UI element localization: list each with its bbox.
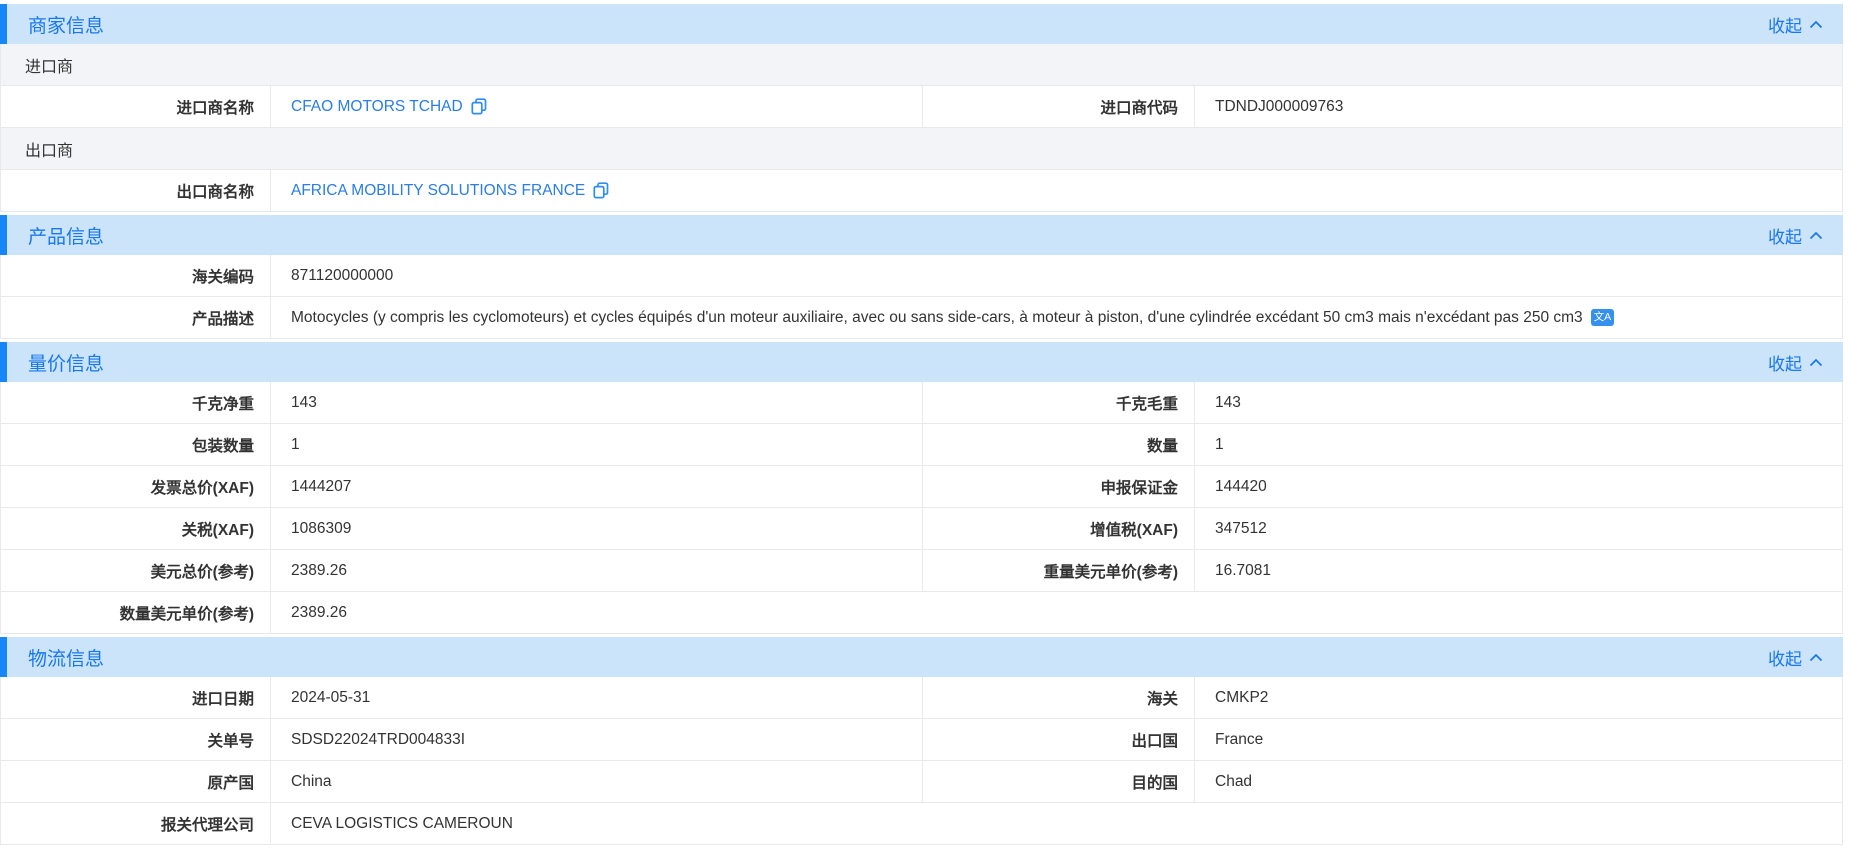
usd-total-value: 2389.26: [271, 550, 923, 591]
table-row: 数量美元单价(参考) 2389.26: [1, 592, 1842, 634]
table-row: 关税(XAF) 1086309 增值税(XAF) 347512: [1, 508, 1842, 550]
table-row: 出口商名称 AFRICA MOBILITY SOLUTIONS FRANCE: [1, 170, 1842, 212]
table-row: 海关编码 871120000000: [1, 255, 1842, 297]
hs-code-value: 871120000000: [271, 255, 1842, 296]
product-description-cell: Motocycles (y compris les cyclomoteurs) …: [271, 297, 1842, 338]
section-title: 产品信息: [28, 222, 104, 249]
package-qty-value: 1: [271, 424, 923, 465]
usd-unit-price-qty-value: 2389.26: [271, 592, 1842, 633]
import-date-label: 进口日期: [1, 677, 271, 718]
collapse-toggle[interactable]: 收起: [1768, 645, 1823, 670]
export-country-label: 出口国: [923, 719, 1195, 760]
section-title: 物流信息: [28, 644, 104, 671]
package-qty-label: 包装数量: [1, 424, 271, 465]
table-row: 进口商名称 CFAO MOTORS TCHAD 进口商代码 TDNDJ00000…: [1, 86, 1842, 128]
customs-office-value: CMKP2: [1195, 677, 1842, 718]
net-weight-value: 143: [271, 382, 923, 423]
net-weight-label: 千克净重: [1, 382, 271, 423]
collapse-label: 收起: [1768, 12, 1802, 37]
merchant-info-header: 商家信息 收起: [0, 4, 1843, 44]
import-date-value: 2024-05-31: [271, 677, 923, 718]
copy-icon[interactable]: [471, 98, 487, 115]
exporter-subheader: 出口商: [1, 128, 1842, 170]
table-row: 包装数量 1 数量 1: [1, 424, 1842, 466]
product-info-header: 产品信息 收起: [0, 215, 1843, 255]
logistics-info-header: 物流信息 收起: [0, 637, 1843, 677]
table-row: 原产国 China 目的国 Chad: [1, 761, 1842, 803]
vat-value: 347512: [1195, 508, 1842, 549]
table-row: 发票总价(XAF) 1444207 申报保证金 144420: [1, 466, 1842, 508]
collapse-label: 收起: [1768, 350, 1802, 375]
importer-code-value: TDNDJ000009763: [1195, 86, 1842, 127]
customs-duty-value: 1086309: [271, 508, 923, 549]
table-row: 千克净重 143 千克毛重 143: [1, 382, 1842, 424]
qty-price-info-header: 量价信息 收起: [0, 342, 1843, 382]
section-title: 商家信息: [28, 11, 104, 38]
chevron-up-icon: [1809, 358, 1823, 367]
collapse-toggle[interactable]: 收起: [1768, 12, 1823, 37]
exporter-name-cell: AFRICA MOBILITY SOLUTIONS FRANCE: [271, 170, 1842, 211]
importer-subheader-label: 进口商: [25, 53, 73, 77]
origin-country-label: 原产国: [1, 761, 271, 802]
chevron-up-icon: [1809, 653, 1823, 662]
logistics-info-section: 物流信息 收起 进口日期 2024-05-31 海关 CMKP2 关单号 SDS…: [0, 637, 1843, 845]
importer-name-link[interactable]: CFAO MOTORS TCHAD: [291, 98, 463, 116]
customs-office-label: 海关: [923, 677, 1195, 718]
destination-country-label: 目的国: [923, 761, 1195, 802]
exporter-name-label: 出口商名称: [1, 170, 271, 211]
exporter-subheader-label: 出口商: [25, 137, 73, 161]
table-row: 产品描述 Motocycles (y compris les cyclomote…: [1, 297, 1842, 339]
section-title: 量价信息: [28, 349, 104, 376]
vat-label: 增值税(XAF): [923, 508, 1195, 549]
quantity-value: 1: [1195, 424, 1842, 465]
usd-unit-price-qty-label: 数量美元单价(参考): [1, 592, 271, 633]
product-description-value: Motocycles (y compris les cyclomoteurs) …: [291, 309, 1583, 327]
customs-duty-label: 关税(XAF): [1, 508, 271, 549]
hs-code-label: 海关编码: [1, 255, 271, 296]
product-description-label: 产品描述: [1, 297, 271, 338]
customs-broker-label: 报关代理公司: [1, 803, 271, 844]
gross-weight-value: 143: [1195, 382, 1842, 423]
collapse-toggle[interactable]: 收起: [1768, 350, 1823, 375]
merchant-info-section: 商家信息 收起 进口商 进口商名称 CFAO MOTORS TCHAD 进口商代…: [0, 4, 1843, 212]
usd-total-label: 美元总价(参考): [1, 550, 271, 591]
product-info-body: 海关编码 871120000000 产品描述 Motocycles (y com…: [0, 255, 1843, 339]
collapse-label: 收起: [1768, 645, 1802, 670]
declaration-no-value: SDSD22024TRD004833I: [271, 719, 923, 760]
collapse-toggle[interactable]: 收起: [1768, 223, 1823, 248]
chevron-up-icon: [1809, 20, 1823, 29]
logistics-info-body: 进口日期 2024-05-31 海关 CMKP2 关单号 SDSD22024TR…: [0, 677, 1843, 845]
qty-price-info-section: 量价信息 收起 千克净重 143 千克毛重 143 包装数量 1 数量 1 发票…: [0, 342, 1843, 634]
invoice-total-value: 1444207: [271, 466, 923, 507]
usd-unit-price-weight-label: 重量美元单价(参考): [923, 550, 1195, 591]
table-row: 进口日期 2024-05-31 海关 CMKP2: [1, 677, 1842, 719]
table-row: 报关代理公司 CEVA LOGISTICS CAMEROUN: [1, 803, 1842, 845]
customs-broker-value: CEVA LOGISTICS CAMEROUN: [271, 803, 1842, 844]
trade-record-detail-page: 商家信息 收起 进口商 进口商名称 CFAO MOTORS TCHAD 进口商代…: [0, 0, 1850, 854]
exporter-name-link[interactable]: AFRICA MOBILITY SOLUTIONS FRANCE: [291, 182, 585, 200]
translate-icon[interactable]: 文A: [1591, 309, 1615, 327]
table-row: 美元总价(参考) 2389.26 重量美元单价(参考) 16.7081: [1, 550, 1842, 592]
qty-price-info-body: 千克净重 143 千克毛重 143 包装数量 1 数量 1 发票总价(XAF) …: [0, 382, 1843, 634]
export-country-value: France: [1195, 719, 1842, 760]
product-info-section: 产品信息 收起 海关编码 871120000000 产品描述 Motocycle…: [0, 215, 1843, 339]
table-row: 关单号 SDSD22024TRD004833I 出口国 France: [1, 719, 1842, 761]
chevron-up-icon: [1809, 231, 1823, 240]
gross-weight-label: 千克毛重: [923, 382, 1195, 423]
collapse-label: 收起: [1768, 223, 1802, 248]
importer-name-cell: CFAO MOTORS TCHAD: [271, 86, 923, 127]
declaration-no-label: 关单号: [1, 719, 271, 760]
origin-country-value: China: [271, 761, 923, 802]
importer-subheader: 进口商: [1, 44, 1842, 86]
declared-deposit-value: 144420: [1195, 466, 1842, 507]
usd-unit-price-weight-value: 16.7081: [1195, 550, 1842, 591]
merchant-info-body: 进口商 进口商名称 CFAO MOTORS TCHAD 进口商代码 TDNDJ0…: [0, 44, 1843, 212]
importer-code-label: 进口商代码: [923, 86, 1195, 127]
copy-icon[interactable]: [593, 182, 609, 199]
importer-name-label: 进口商名称: [1, 86, 271, 127]
invoice-total-label: 发票总价(XAF): [1, 466, 271, 507]
destination-country-value: Chad: [1195, 761, 1842, 802]
declared-deposit-label: 申报保证金: [923, 466, 1195, 507]
quantity-label: 数量: [923, 424, 1195, 465]
